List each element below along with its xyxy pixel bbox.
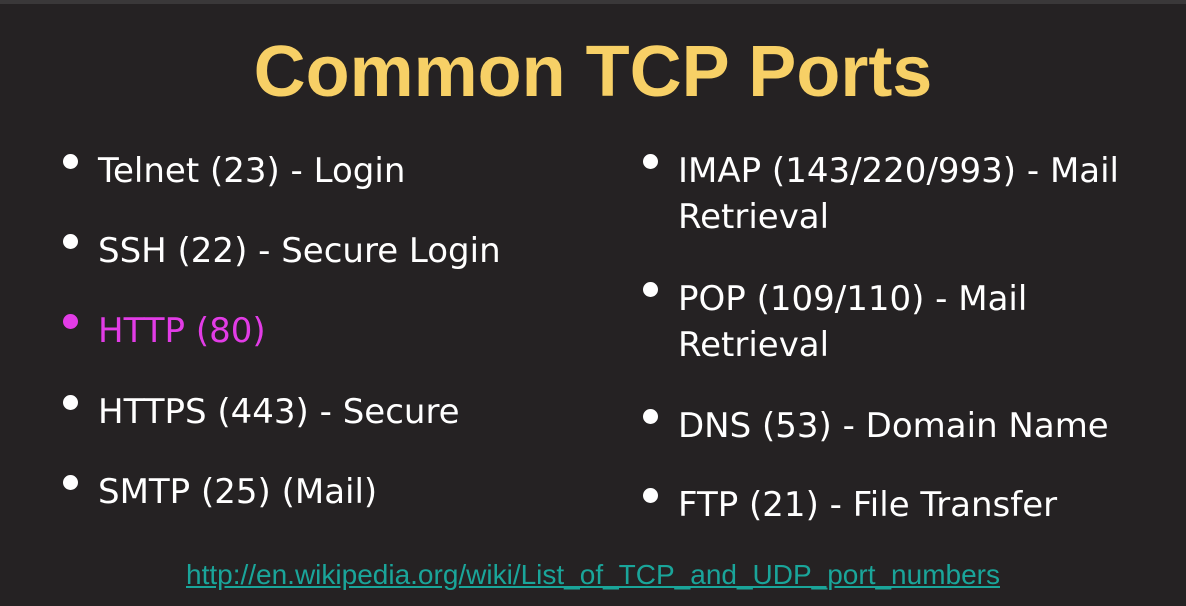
list-item-text: SSH (22) - Secure Login xyxy=(98,231,501,271)
list-item-line: Retrieval xyxy=(678,197,830,237)
list-item-text: POP (109/110) - Mail Retrieval xyxy=(678,276,1027,368)
slide: Common TCP Ports Telnet (23) - Login SSH… xyxy=(0,0,1186,606)
list-item-line: FTP (21) - File Transfer xyxy=(678,485,1058,525)
list-item-line: IMAP (143/220/993) - Mail xyxy=(678,151,1120,191)
list-item-text: SMTP (25) (Mail) xyxy=(98,472,378,512)
list-item-line: DNS (53) - Domain Name xyxy=(678,406,1109,446)
bullet-icon xyxy=(63,154,78,169)
list-item-text: Telnet (23) - Login xyxy=(98,151,406,191)
wikipedia-port-list-link[interactable]: http://en.wikipedia.org/wiki/List_of_TCP… xyxy=(40,558,1146,592)
list-item-text: DNS (53) - Domain Name xyxy=(678,403,1109,449)
list-item-text: FTP (21) - File Transfer xyxy=(678,482,1057,528)
bullet-icon xyxy=(643,488,658,503)
bullet-icon xyxy=(643,154,658,169)
list-item-text: HTTP (80) xyxy=(98,311,266,351)
bullet-icon xyxy=(63,395,78,410)
slide-top-edge xyxy=(0,0,1186,4)
bullet-icon xyxy=(63,475,78,490)
list-item-text: HTTPS (443) - Secure xyxy=(98,392,460,432)
bullet-icon xyxy=(643,409,658,424)
bullet-icon xyxy=(63,234,78,249)
bullet-icon xyxy=(643,282,658,297)
slide-title: Common TCP Ports xyxy=(253,32,933,112)
list-item-line: Retrieval xyxy=(678,325,830,365)
bullet-icon xyxy=(63,314,78,329)
list-item-text: IMAP (143/220/993) - Mail Retrieval xyxy=(678,148,1119,240)
list-item-line: POP (109/110) - Mail xyxy=(678,279,1028,319)
